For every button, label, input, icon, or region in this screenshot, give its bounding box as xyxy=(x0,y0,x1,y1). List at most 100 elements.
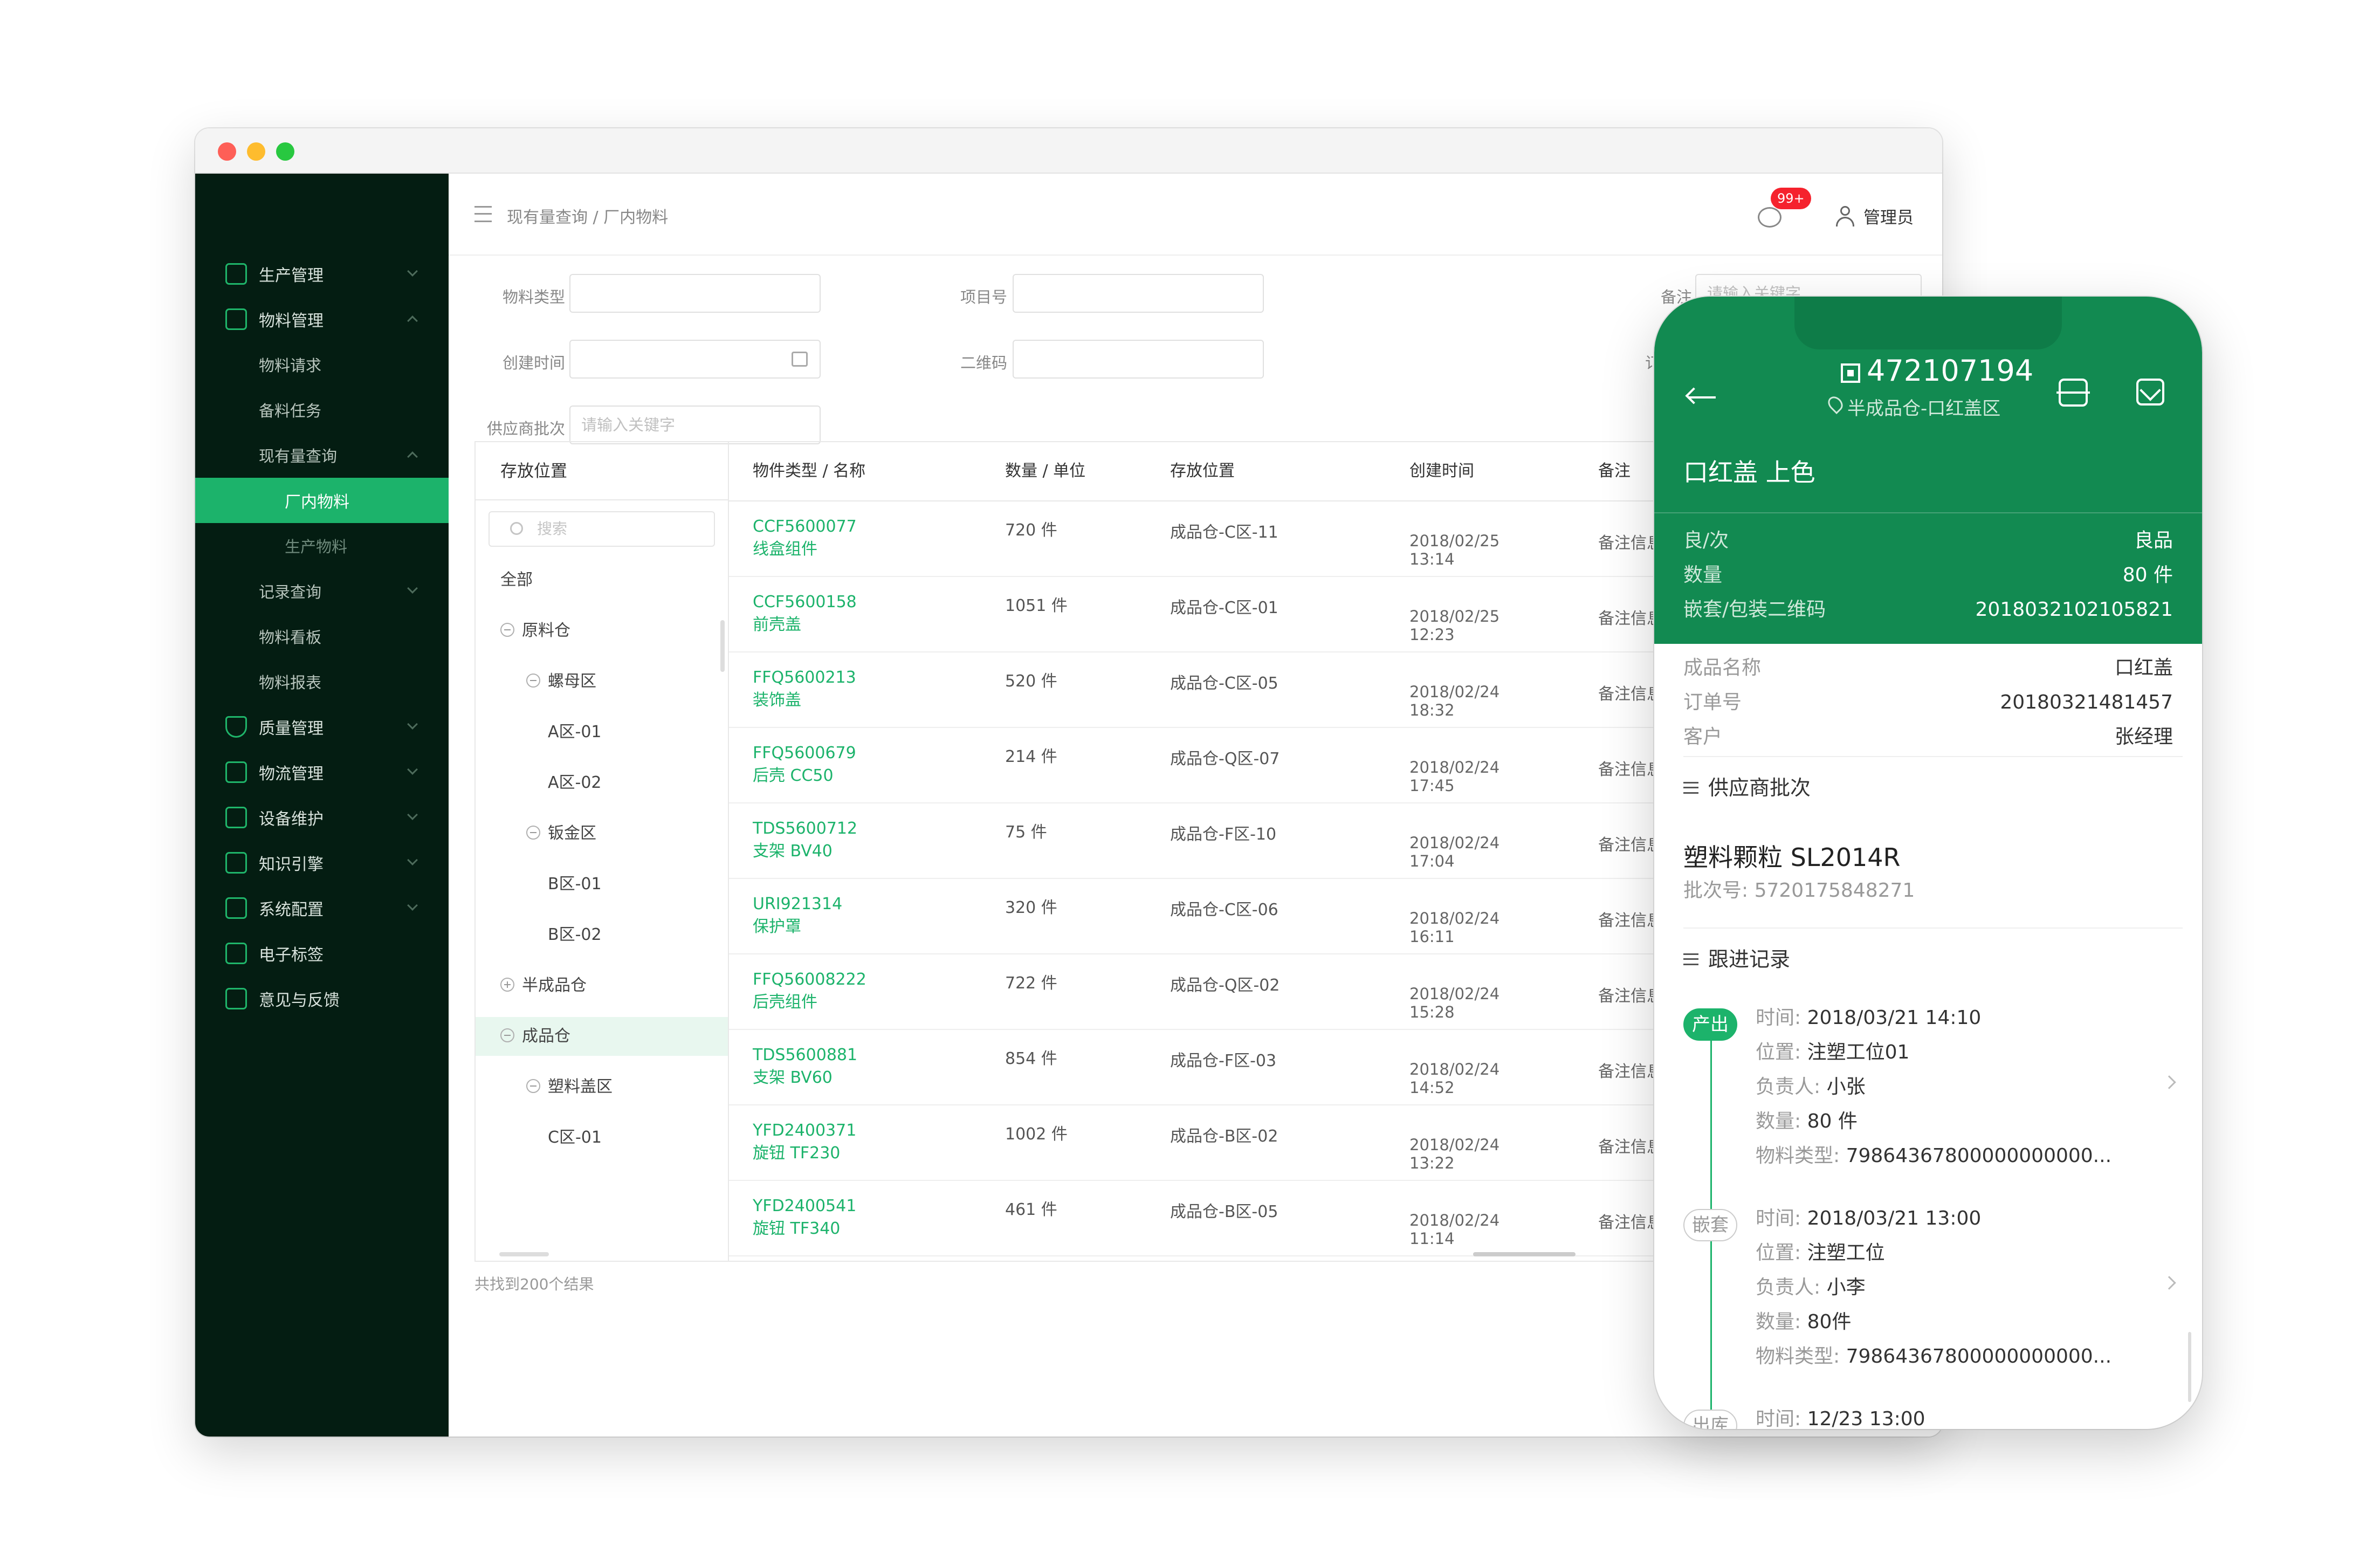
sidebar-item-logistics[interactable]: 物流管理 xyxy=(195,750,449,795)
tree-node[interactable]: 成品仓 xyxy=(476,1017,728,1056)
tree-node[interactable]: 全部 xyxy=(476,561,728,600)
sidebar-item-e-label[interactable]: 电子标签 xyxy=(195,931,449,976)
tree-search-input[interactable]: 搜索 xyxy=(489,511,715,547)
user-name[interactable]: 管理员 xyxy=(1863,204,1914,228)
material-code-cell[interactable]: TDS5600881 支架 BV60 xyxy=(753,1044,857,1089)
chevron-down-icon[interactable] xyxy=(407,855,418,865)
material-name[interactable]: 旋钮 TF340 xyxy=(753,1218,856,1240)
collapse-icon[interactable] xyxy=(500,622,514,637)
material-code-cell[interactable]: CCF5600077 线盒组件 xyxy=(753,516,857,561)
close-window-button[interactable] xyxy=(218,142,236,161)
sidebar-item-material[interactable]: 物料管理 xyxy=(195,297,449,342)
material-name[interactable]: 装饰盖 xyxy=(753,689,856,712)
tree-node[interactable]: C区-01 xyxy=(476,1118,728,1157)
material-code-cell[interactable]: FFQ56008222 后壳组件 xyxy=(753,968,866,1014)
material-code-cell[interactable]: FFQ5600679 后壳 CC50 xyxy=(753,742,856,787)
back-arrow-icon[interactable] xyxy=(1684,387,1716,407)
tree-node[interactable]: 钣金区 xyxy=(476,814,728,853)
sidebar-item-prep-task[interactable]: 备料任务 xyxy=(195,387,449,432)
tree-node[interactable]: 半成品仓 xyxy=(476,966,728,1005)
material-code[interactable]: YFD2400541 xyxy=(753,1195,856,1218)
material-code-cell[interactable]: TDS5600712 支架 BV40 xyxy=(753,817,857,863)
tree-node[interactable]: B区-01 xyxy=(476,865,728,904)
sidebar-item-production[interactable]: 生产管理 xyxy=(195,251,449,297)
tree-node[interactable]: A区-01 xyxy=(476,713,728,752)
tree-node[interactable]: 塑料盖区 xyxy=(476,1068,728,1107)
sidebar-item-quality[interactable]: 质量管理 xyxy=(195,704,449,750)
material-code[interactable]: CCF5600077 xyxy=(753,516,857,538)
material-name[interactable]: 支架 BV40 xyxy=(753,840,857,863)
material-code-cell[interactable]: YFD2400541 旋钮 TF340 xyxy=(753,1195,856,1240)
project-no-input[interactable] xyxy=(1013,274,1264,313)
material-name[interactable]: 线盒组件 xyxy=(753,538,857,561)
material-code[interactable]: CCF5600158 xyxy=(753,591,857,614)
material-name[interactable]: 后壳 CC50 xyxy=(753,765,856,787)
quantity-cell: 320 件 xyxy=(1005,898,1057,917)
user-icon[interactable] xyxy=(1834,205,1856,228)
tree-scrollbar[interactable] xyxy=(720,620,725,672)
tree-node[interactable]: A区-02 xyxy=(476,764,728,802)
tree-node[interactable]: 螺母区 xyxy=(476,662,728,701)
calendar-icon[interactable] xyxy=(792,352,808,367)
chevron-down-icon[interactable] xyxy=(407,900,418,911)
sidebar-item-feedback[interactable]: 意见与反馈 xyxy=(195,976,449,1021)
created-time-input[interactable] xyxy=(569,340,821,379)
chevron-up-icon[interactable] xyxy=(407,451,418,462)
material-code[interactable]: URI921314 xyxy=(753,893,842,916)
tree-node[interactable]: B区-02 xyxy=(476,916,728,954)
message-icon[interactable] xyxy=(1758,207,1781,228)
sidebar-item-material-board[interactable]: 物料看板 xyxy=(195,614,449,659)
material-code[interactable]: FFQ5600679 xyxy=(753,742,856,765)
minimize-window-button[interactable] xyxy=(247,142,265,161)
material-name[interactable]: 后壳组件 xyxy=(753,991,866,1014)
material-name[interactable]: 保护罩 xyxy=(753,916,842,938)
material-name[interactable]: 前壳盖 xyxy=(753,614,857,636)
inbox-icon[interactable] xyxy=(2136,379,2164,406)
menu-collapse-icon[interactable] xyxy=(474,206,492,222)
material-name[interactable]: 支架 BV60 xyxy=(753,1067,857,1089)
material-code[interactable]: FFQ56008222 xyxy=(753,968,866,991)
sidebar-item-record-query[interactable]: 记录查询 xyxy=(195,568,449,614)
tree-node[interactable]: 原料仓 xyxy=(476,611,728,650)
qr-code-input[interactable] xyxy=(1013,340,1264,379)
material-code[interactable]: YFD2400371 xyxy=(753,1119,856,1142)
chevron-down-icon[interactable] xyxy=(407,583,418,594)
material-code[interactable]: TDS5600881 xyxy=(753,1044,857,1067)
material-code-cell[interactable]: CCF5600158 前壳盖 xyxy=(753,591,857,636)
sidebar-item-equipment[interactable]: 设备维护 xyxy=(195,795,449,840)
chevron-up-icon[interactable] xyxy=(407,315,418,326)
material-code-cell[interactable]: YFD2400371 旋钮 TF230 xyxy=(753,1119,856,1165)
table-horizontal-scrollbar[interactable] xyxy=(1473,1252,1576,1256)
tree-horizontal-scrollbar[interactable] xyxy=(499,1252,549,1256)
sidebar-item-stock-query[interactable]: 现有量查询 xyxy=(195,432,449,478)
chevron-down-icon[interactable] xyxy=(407,764,418,775)
sidebar-item-production-material[interactable]: 生产物料 xyxy=(195,523,449,568)
collapse-icon[interactable] xyxy=(526,825,540,840)
material-name[interactable]: 旋钮 TF230 xyxy=(753,1142,856,1165)
timeline-key: 数量: xyxy=(1756,1311,1801,1333)
collapse-icon[interactable] xyxy=(526,1078,540,1093)
material-type-input[interactable] xyxy=(569,274,821,313)
sidebar-item-material-report[interactable]: 物料报表 xyxy=(195,659,449,704)
chevron-right-icon[interactable] xyxy=(2162,1276,2176,1290)
chevron-down-icon[interactable] xyxy=(407,809,418,820)
material-code[interactable]: FFQ5600213 xyxy=(753,666,856,689)
supplier-batch-input[interactable]: 请输入关键字 xyxy=(569,406,821,444)
maximize-window-button[interactable] xyxy=(276,142,294,161)
collapse-icon[interactable] xyxy=(500,1028,514,1042)
chevron-down-icon[interactable] xyxy=(407,266,418,277)
sidebar-item-material-request[interactable]: 物料请求 xyxy=(195,342,449,387)
material-code[interactable]: TDS5600712 xyxy=(753,817,857,840)
expand-icon[interactable] xyxy=(500,977,514,992)
scan-icon[interactable] xyxy=(2056,379,2090,407)
sidebar-item-knowledge[interactable]: 知识引擎 xyxy=(195,840,449,885)
collapse-icon[interactable] xyxy=(526,673,540,688)
chevron-down-icon[interactable] xyxy=(407,719,418,730)
settings-icon xyxy=(225,897,247,919)
phone-scrollbar[interactable] xyxy=(2188,1332,2191,1402)
sidebar-item-factory-material[interactable]: 厂内物料 xyxy=(195,478,449,523)
material-code-cell[interactable]: URI921314 保护罩 xyxy=(753,893,842,938)
chevron-right-icon[interactable] xyxy=(2162,1075,2176,1089)
sidebar-item-system[interactable]: 系统配置 xyxy=(195,885,449,931)
material-code-cell[interactable]: FFQ5600213 装饰盖 xyxy=(753,666,856,712)
